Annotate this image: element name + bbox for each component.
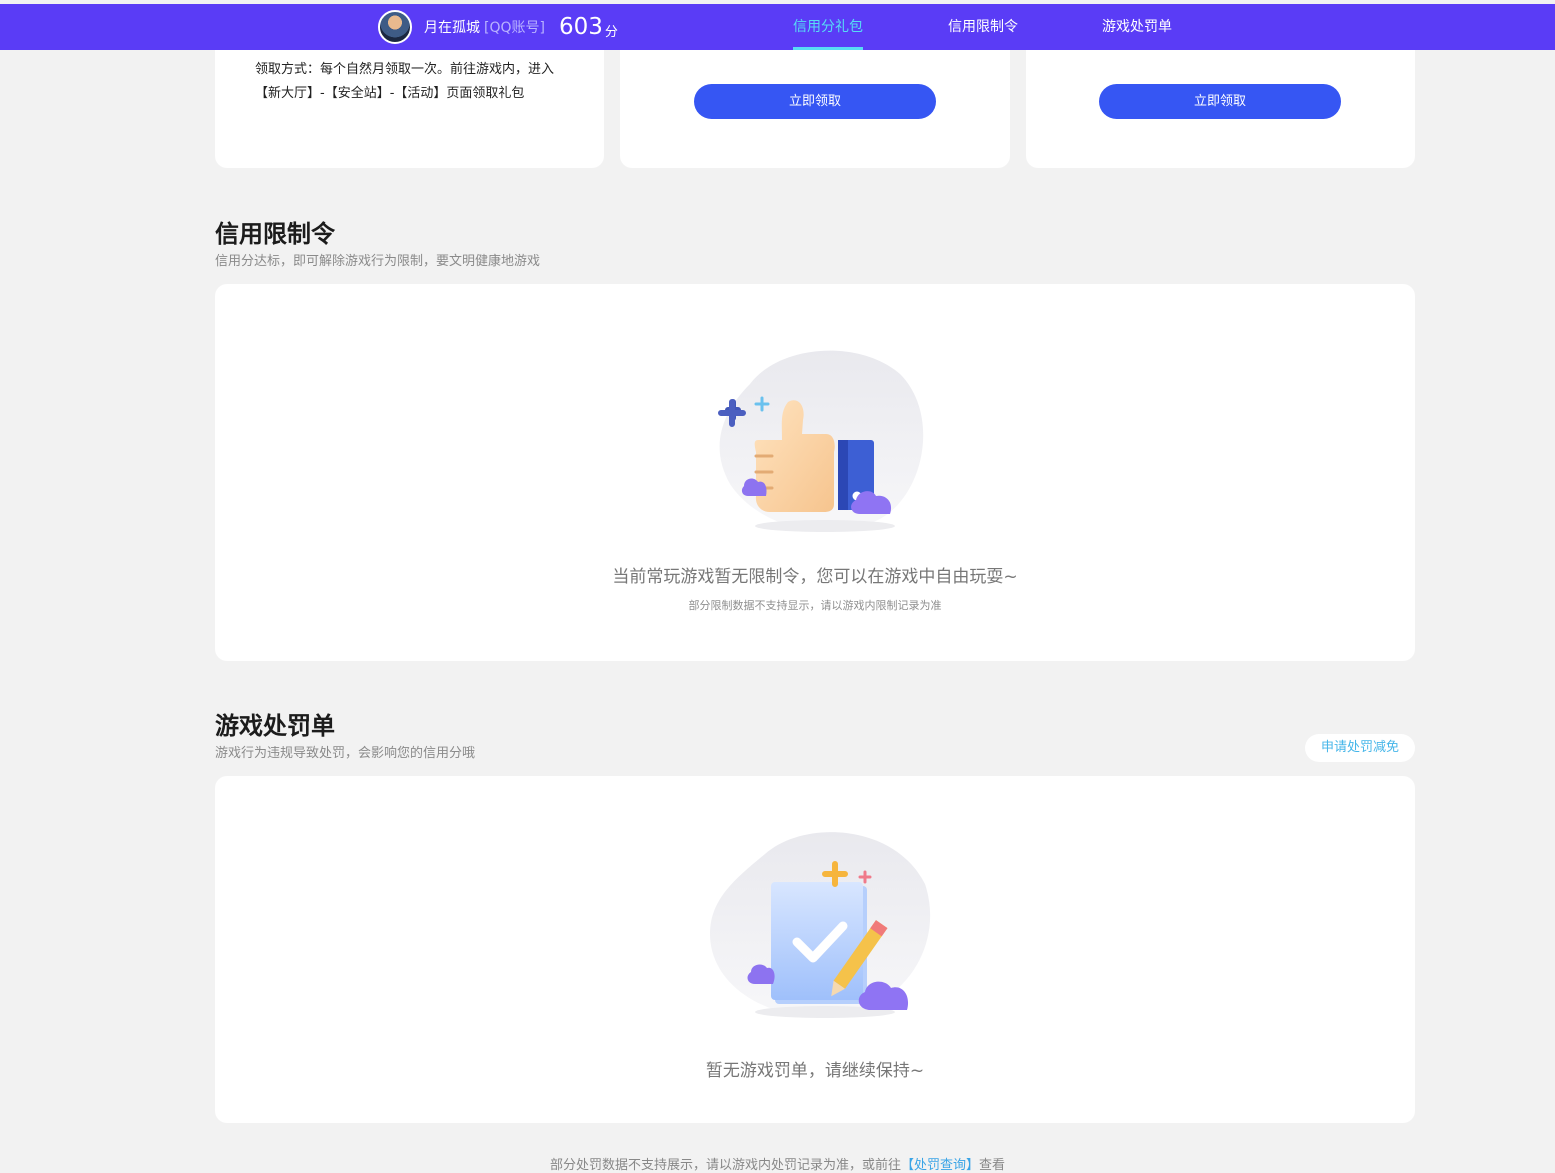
top-navigation-bar: 月在孤城 [QQ账号] 603 分 信用分礼包 信用限制令 游戏处罚单 xyxy=(0,4,1555,50)
restriction-empty-note: 部分限制数据不支持显示，请以游戏内限制记录为准 xyxy=(688,599,942,612)
penalty-empty-text: 暂无游戏罚单，请继续保持~ xyxy=(705,1061,925,1081)
account-type: [QQ账号] xyxy=(484,20,545,36)
claim-button[interactable]: 立即领取 xyxy=(1099,84,1341,119)
gift-card-3: 立即领取 xyxy=(1026,30,1415,168)
penalty-query-link[interactable]: 【处罚查询】 xyxy=(901,1158,979,1173)
clipboard-check-illustration xyxy=(710,832,931,1018)
footer-note-text: 部分处罚数据不支持展示，请以游戏内处罚记录为准，或前往 xyxy=(549,1158,901,1173)
nickname: 月在孤城 xyxy=(424,20,480,36)
restriction-section-subtitle: 信用分达标，即可解除游戏行为限制，要文明健康地游戏 xyxy=(215,254,541,269)
footer-note-suffix: 查看 xyxy=(979,1158,1006,1173)
gift-card-1: 领取方式：每个自然月领取一次。前往游戏内，进入【新大厅】-【安全站】-【活动】页… xyxy=(215,30,604,168)
credit-score: 603 xyxy=(558,14,603,40)
avatar[interactable] xyxy=(378,10,412,44)
tab-credit-restriction[interactable]: 信用限制令 xyxy=(948,4,1018,50)
restriction-card: 当前常玩游戏暂无限制令，您可以在游戏中自由玩耍~ 部分限制数据不支持显示，请以游… xyxy=(215,284,1415,661)
restriction-section-title: 信用限制令 xyxy=(215,220,335,248)
apply-penalty-reduction-button[interactable]: 申请处罚减免 xyxy=(1305,734,1415,762)
restriction-empty-text: 当前常玩游戏暂无限制令，您可以在游戏中自由玩耍~ xyxy=(612,567,1018,587)
penalty-section-title: 游戏处罚单 xyxy=(215,712,335,740)
penalty-card: 暂无游戏罚单，请继续保持~ xyxy=(215,776,1415,1123)
user-info: 月在孤城 [QQ账号] 603 分 xyxy=(378,9,618,45)
penalty-footer-note: 部分处罚数据不支持展示，请以游戏内处罚记录为准，或前往【处罚查询】查看 xyxy=(0,1154,1555,1173)
gift-card-2: 立即领取 xyxy=(620,30,1010,168)
thumbs-up-illustration xyxy=(718,350,924,532)
tab-credit-gift[interactable]: 信用分礼包 xyxy=(793,4,863,50)
claim-button[interactable]: 立即领取 xyxy=(694,84,936,119)
credit-score-unit: 分 xyxy=(604,24,618,40)
gift-claim-method: 领取方式：每个自然月领取一次。前往游戏内，进入【新大厅】-【安全站】-【活动】页… xyxy=(255,62,555,101)
tab-game-penalty[interactable]: 游戏处罚单 xyxy=(1102,4,1172,50)
penalty-section-subtitle: 游戏行为违规导致处罚，会影响您的信用分哦 xyxy=(215,746,476,761)
